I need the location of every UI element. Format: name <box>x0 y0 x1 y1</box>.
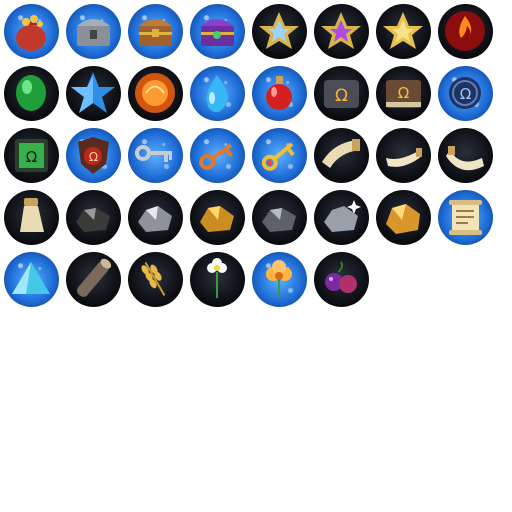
silver-key-icon <box>128 128 183 183</box>
coal-ore-icon <box>66 190 121 245</box>
white-flower-icon-glyph <box>207 258 227 298</box>
bronze-key-icon-glyph <box>199 143 233 170</box>
silver-ore-icon <box>128 190 183 245</box>
bronze-key-icon <box>190 128 245 183</box>
gold-sack-icon <box>4 4 59 59</box>
blue-star-icon <box>66 66 121 121</box>
svg-text:Ω: Ω <box>398 84 409 102</box>
orange-orb-icon-glyph <box>135 73 175 113</box>
gold-key-icon-glyph <box>261 142 295 171</box>
iron-chest-icon-glyph <box>77 19 110 46</box>
gold-star-emblem-icon-glyph <box>383 12 423 49</box>
purple-chest-icon <box>190 4 245 59</box>
small-horn-icon <box>376 128 431 183</box>
sparkling-ore-icon <box>314 190 369 245</box>
crystal-shard-icon-glyph <box>12 262 50 294</box>
purple-star-emblem-icon <box>314 4 369 59</box>
cup-horn-icon-glyph <box>20 198 44 232</box>
svg-text:Ω: Ω <box>89 150 98 164</box>
iron-ore-icon-glyph <box>262 208 296 232</box>
iron-ore-icon <box>252 190 307 245</box>
silver-star-emblem-icon <box>252 4 307 59</box>
fire-orb-icon <box>438 4 493 59</box>
cup-horn-icon <box>4 190 59 245</box>
purple-star-emblem-icon-glyph <box>321 12 361 49</box>
coal-ore-icon-glyph <box>76 208 110 232</box>
green-omega-tile-icon: Ω <box>4 128 59 183</box>
wooden-chest-icon <box>128 4 183 59</box>
omega-rune-stone-icon: Ω <box>314 66 369 121</box>
scroll-icon-glyph <box>449 200 482 235</box>
svg-text:Ω: Ω <box>335 86 348 106</box>
gold-sack-icon-glyph <box>16 15 46 51</box>
purple-chest-icon-glyph <box>201 19 234 46</box>
curved-horn-icon <box>438 128 493 183</box>
gold-ore-icon <box>190 190 245 245</box>
orange-flower-icon <box>252 252 307 307</box>
silver-star-emblem-icon-glyph <box>259 12 299 49</box>
orange-flower-icon-glyph <box>266 260 292 298</box>
silver-key-icon-glyph <box>135 145 172 162</box>
wooden-chest-icon-glyph <box>139 19 172 46</box>
red-omega-shield-icon-glyph: Ω <box>78 137 109 174</box>
war-horn-icon <box>314 128 369 183</box>
white-flower-icon <box>190 252 245 307</box>
red-potion-icon <box>252 66 307 121</box>
wheat-icon-glyph <box>141 262 166 296</box>
purple-berries-icon <box>314 252 369 307</box>
green-omega-tile-icon-glyph: Ω <box>15 139 48 172</box>
gold-nugget-icon <box>376 190 431 245</box>
orange-orb-icon <box>128 66 183 121</box>
omega-rune-book-icon-glyph: Ω <box>386 80 421 108</box>
icon-sprite-sheet: Ω Ω Ω Ω Ω <box>0 0 512 512</box>
crystal-shard-icon <box>4 252 59 307</box>
svg-text:Ω: Ω <box>460 85 471 103</box>
water-drop-icon-glyph <box>206 75 228 112</box>
green-gem-icon-glyph <box>16 75 46 111</box>
omega-rune-disc-icon: Ω <box>438 66 493 121</box>
purple-berries-icon-glyph <box>325 261 357 293</box>
silver-ore-icon-glyph <box>138 206 172 232</box>
wood-log-icon <box>66 252 121 307</box>
gold-key-icon <box>252 128 307 183</box>
omega-rune-book-icon: Ω <box>376 66 431 121</box>
gold-nugget-icon-glyph <box>386 204 420 234</box>
scroll-icon <box>438 190 493 245</box>
red-omega-shield-icon: Ω <box>66 128 121 183</box>
gold-ore-icon-glyph <box>200 206 234 232</box>
sparkling-ore-icon-glyph <box>324 200 361 232</box>
omega-rune-stone-icon-glyph: Ω <box>324 80 359 108</box>
wheat-icon <box>128 252 183 307</box>
curved-horn-icon-glyph <box>446 146 484 171</box>
gold-star-emblem-icon <box>376 4 431 59</box>
small-horn-icon-glyph <box>386 148 422 167</box>
fire-orb-icon-glyph <box>445 11 485 51</box>
iron-chest-icon <box>66 4 121 59</box>
blue-star-icon-glyph <box>71 72 115 113</box>
water-drop-icon <box>190 66 245 121</box>
wood-log-icon-glyph <box>76 258 112 297</box>
svg-text:Ω: Ω <box>26 148 37 166</box>
war-horn-icon-glyph <box>322 139 360 168</box>
omega-rune-disc-icon-glyph: Ω <box>449 77 481 109</box>
red-potion-icon-glyph <box>266 76 292 110</box>
green-gem-icon <box>4 66 59 121</box>
